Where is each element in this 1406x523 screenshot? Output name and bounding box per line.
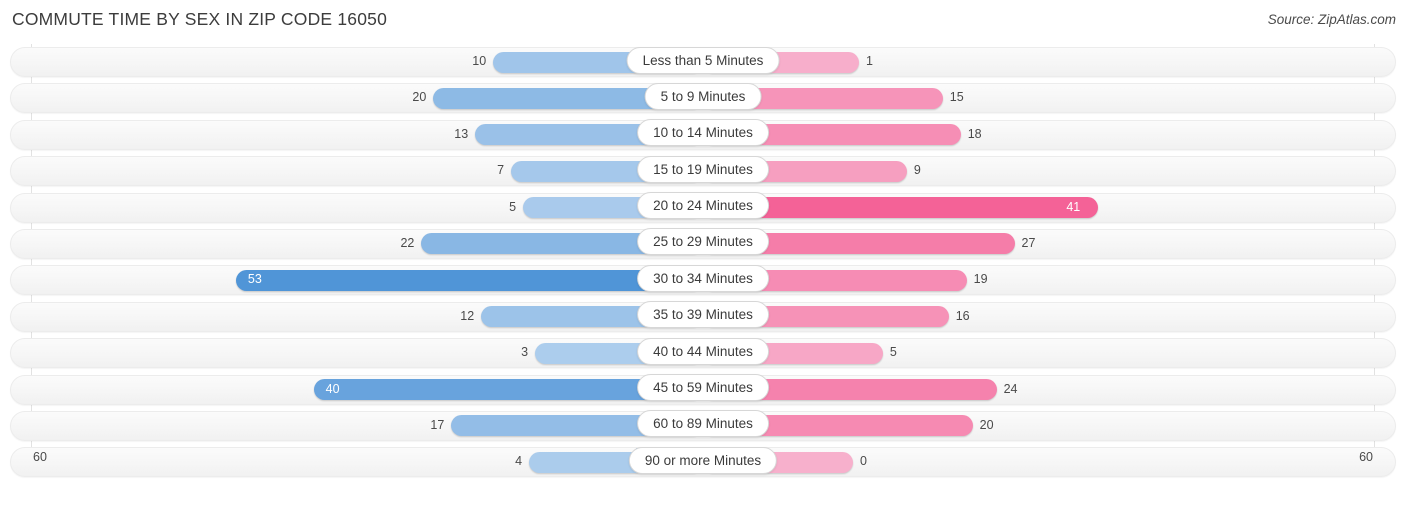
- row-category-label: 90 or more Minutes: [628, 446, 778, 474]
- row-category-label: 15 to 19 Minutes: [637, 155, 769, 183]
- chart-row: 20 15 5 to 9 Minutes: [0, 80, 1406, 116]
- bar-male[interactable]: [235, 269, 703, 291]
- chart-row: 5 41 20 to 24 Minutes: [0, 190, 1406, 226]
- bar-value-male: 3: [521, 345, 529, 360]
- row-category-label: 40 to 44 Minutes: [637, 337, 769, 365]
- bar-value-female: 27: [1021, 235, 1036, 250]
- chart-row: 3 5 40 to 44 Minutes: [0, 335, 1406, 371]
- bar-value-male: 20: [412, 90, 427, 105]
- chart-row: 12 16 35 to 39 Minutes: [0, 299, 1406, 335]
- row-bars: 20 15 5 to 9 Minutes: [0, 80, 1406, 116]
- row-bars: 13 18 10 to 14 Minutes: [0, 117, 1406, 153]
- row-category-label: 35 to 39 Minutes: [637, 301, 769, 329]
- row-bars: 40 24 45 to 59 Minutes: [0, 372, 1406, 408]
- bar-value-male: 10: [472, 54, 487, 68]
- page-title: COMMUTE TIME BY SEX IN ZIP CODE 16050: [12, 9, 388, 29]
- chart-row: 53 19 30 to 34 Minutes: [0, 262, 1406, 298]
- row-bars: 17 20 60 to 89 Minutes: [0, 408, 1406, 444]
- row-bars: 22 27 25 to 29 Minutes: [0, 226, 1406, 262]
- row-category-label: 45 to 59 Minutes: [637, 374, 769, 402]
- bar-value-male: 22: [400, 235, 415, 250]
- bar-value-male: 53: [247, 272, 262, 287]
- row-bars: 7 9 15 to 19 Minutes: [0, 153, 1406, 189]
- bar-value-male: 5: [509, 199, 517, 214]
- row-bars: 53 19 30 to 34 Minutes: [0, 262, 1406, 298]
- row-category-label: 20 to 24 Minutes: [637, 192, 769, 220]
- bar-value-male: 13: [454, 126, 469, 141]
- row-bars: 10 1 Less than 5 Minutes: [0, 44, 1406, 80]
- chart-row: 10 1 Less than 5 Minutes: [0, 44, 1406, 80]
- row-category-label: Less than 5 Minutes: [626, 46, 780, 74]
- row-category-label: 30 to 34 Minutes: [637, 264, 769, 292]
- bar-value-female: 15: [949, 90, 964, 105]
- chart-header: COMMUTE TIME BY SEX IN ZIP CODE 16050 So…: [0, 0, 1406, 40]
- bar-value-female: 20: [979, 417, 994, 432]
- chart-plot-area: 10 1 Less than 5 Minutes 20 15 5 to 9 Minutes…: [0, 44, 1406, 484]
- row-category-label: 5 to 9 Minutes: [644, 82, 762, 110]
- bar-value-female: 5: [889, 345, 897, 360]
- source-attribution: Source: ZipAtlas.com: [1267, 12, 1396, 27]
- bar-value-female: 16: [955, 308, 970, 323]
- row-bars: 5 41 20 to 24 Minutes: [0, 190, 1406, 226]
- chart-row: 40 24 45 to 59 Minutes: [0, 372, 1406, 408]
- bar-value-male: 7: [497, 163, 505, 178]
- row-bars: 3 5 40 to 44 Minutes: [0, 335, 1406, 371]
- bar-value-female: 41: [1066, 199, 1081, 214]
- bar-value-male: 12: [460, 308, 475, 323]
- bar-value-female: 24: [1003, 381, 1018, 396]
- bar-value-female: 1: [865, 54, 873, 68]
- chart-row: 7 9 15 to 19 Minutes: [0, 153, 1406, 189]
- bar-value-female: 18: [967, 126, 982, 141]
- chart-rows: 10 1 Less than 5 Minutes 20 15 5 to 9 Minutes…: [0, 44, 1406, 481]
- bar-value-female: 19: [973, 272, 988, 287]
- chart-row: 22 27 25 to 29 Minutes: [0, 226, 1406, 262]
- chart-row: 13 18 10 to 14 Minutes: [0, 117, 1406, 153]
- row-bars: 12 16 35 to 39 Minutes: [0, 299, 1406, 335]
- bar-value-female: 9: [913, 163, 921, 178]
- chart-row: 17 20 60 to 89 Minutes: [0, 408, 1406, 444]
- row-category-label: 60 to 89 Minutes: [637, 410, 769, 438]
- row-category-label: 25 to 29 Minutes: [637, 228, 769, 256]
- row-category-label: 10 to 14 Minutes: [637, 119, 769, 147]
- bar-value-male: 17: [430, 417, 445, 432]
- bar-value-male: 40: [325, 381, 340, 396]
